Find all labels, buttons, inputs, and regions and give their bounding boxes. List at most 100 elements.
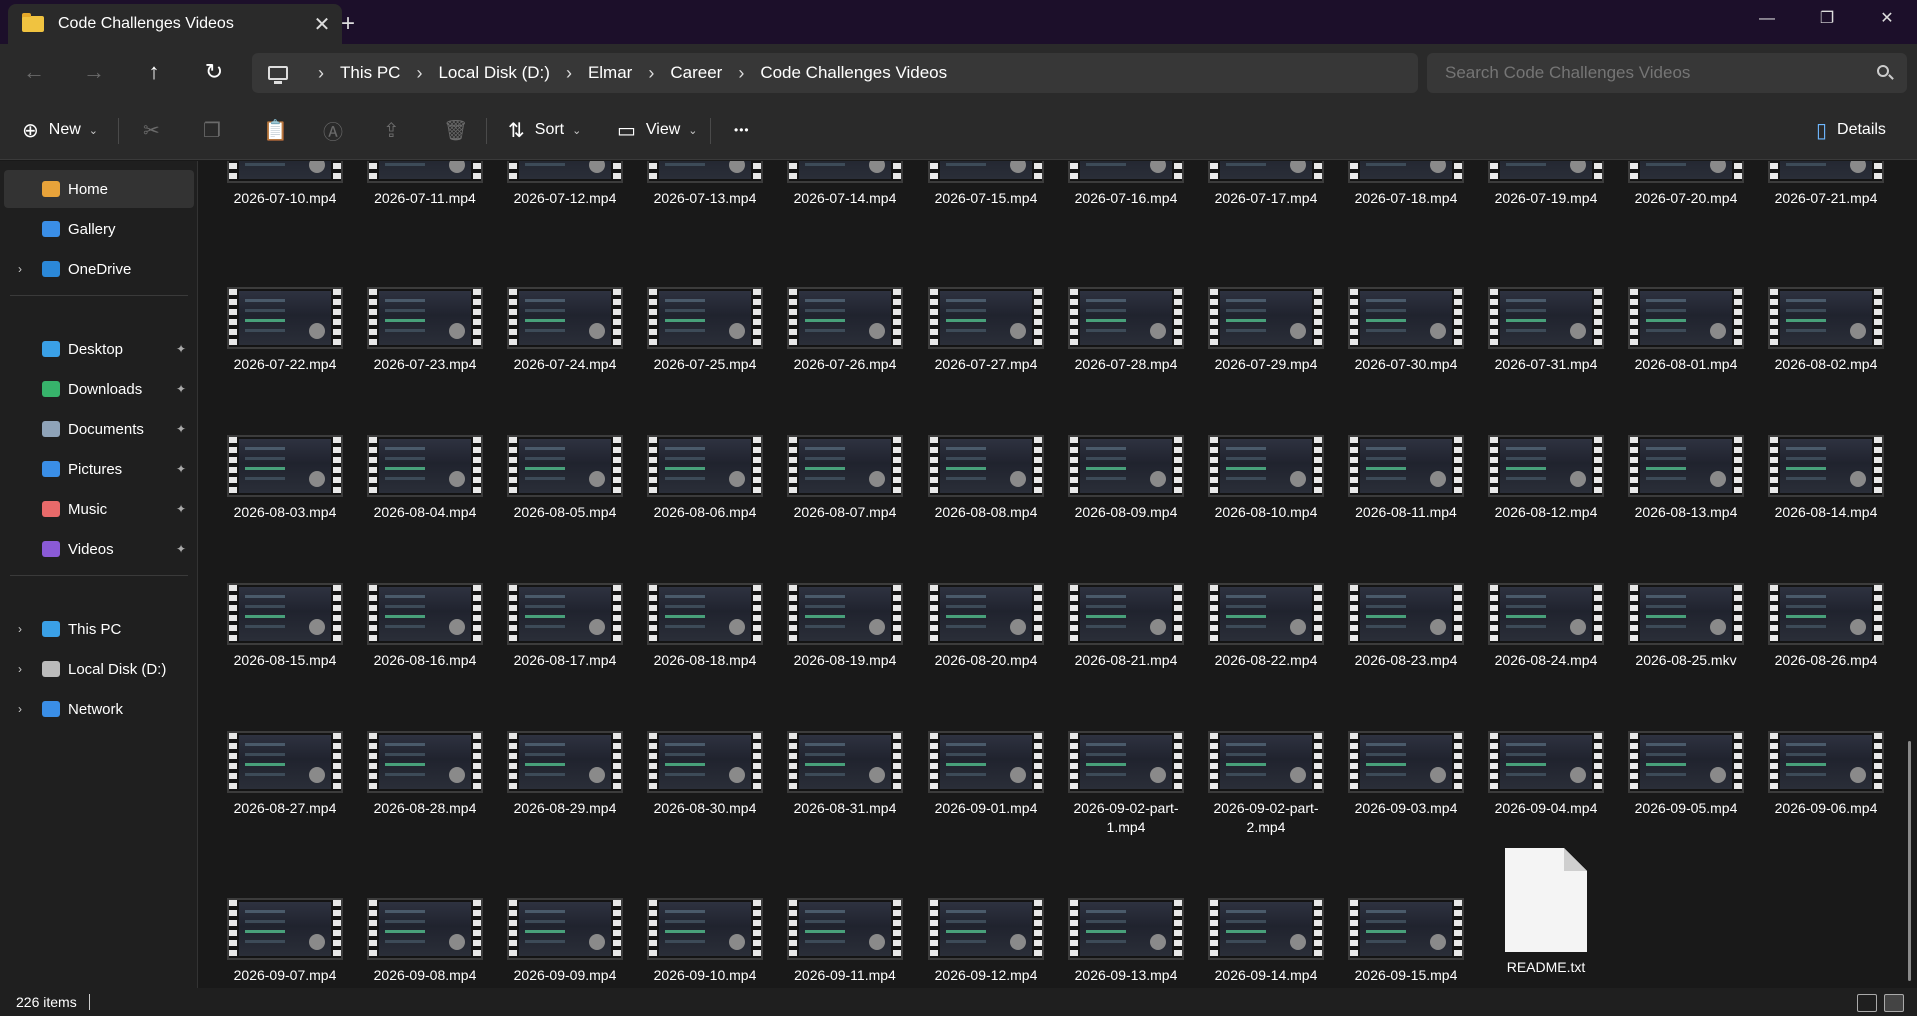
minimize-button[interactable]: — [1737,0,1797,40]
search-icon[interactable] [1877,65,1889,77]
video-file-item[interactable]: 2026-08-21.mp4 [1062,583,1190,670]
pin-icon[interactable]: ✦ [176,422,186,436]
video-file-item[interactable]: 2026-07-17.mp4 [1202,161,1330,208]
close-window-button[interactable]: ✕ [1857,0,1917,40]
video-file-item[interactable]: 2026-08-06.mp4 [641,435,769,522]
chevron-right-icon[interactable]: › [18,702,22,716]
sidebar-item-this-pc[interactable]: › This PC [4,610,194,648]
video-file-item[interactable]: 2026-08-13.mp4 [1622,435,1750,522]
cut-button[interactable]: ✂ [143,112,170,148]
video-file-item[interactable]: 2026-07-14.mp4 [781,161,909,208]
video-file-item[interactable]: 2026-09-03.mp4 [1342,731,1470,818]
video-file-item[interactable]: 2026-07-19.mp4 [1482,161,1610,208]
video-file-item[interactable]: 2026-08-30.mp4 [641,731,769,818]
chevron-right-icon[interactable]: › [318,63,324,84]
video-file-item[interactable]: 2026-08-01.mp4 [1622,287,1750,374]
video-file-item[interactable]: 2026-08-16.mp4 [361,583,489,670]
sidebar-item-pictures[interactable]: Pictures ✦ [4,450,194,488]
sidebar-item-network[interactable]: › Network [4,690,194,728]
view-button[interactable]: ▭ View ⌄ [617,112,698,148]
vertical-scrollbar[interactable] [1905,161,1915,988]
video-file-item[interactable]: 2026-07-24.mp4 [501,287,629,374]
sidebar-item-local-disk-d[interactable]: › Local Disk (D:) [4,650,194,688]
video-file-item[interactable]: 2026-07-20.mp4 [1622,161,1750,208]
video-file-item[interactable]: 2026-07-13.mp4 [641,161,769,208]
video-file-item[interactable]: 2026-09-01.mp4 [922,731,1050,818]
video-file-item[interactable]: 2026-09-02-part-2.mp4 [1202,731,1330,837]
video-file-item[interactable]: 2026-08-25.mkv [1622,583,1750,670]
video-file-item[interactable]: 2026-07-11.mp4 [361,161,489,208]
delete-button[interactable]: 🗑 [443,112,478,148]
video-file-item[interactable]: 2026-08-10.mp4 [1202,435,1330,522]
video-file-item[interactable]: 2026-09-11.mp4 [781,898,909,985]
video-file-item[interactable]: 2026-07-15.mp4 [922,161,1050,208]
maximize-button[interactable]: ❐ [1797,0,1857,40]
chevron-right-icon[interactable]: › [648,63,654,84]
sidebar-item-gallery[interactable]: Gallery [4,210,194,248]
forward-button[interactable]: → [74,54,114,90]
breadcrumb-current-folder[interactable]: Code Challenges Videos [760,63,947,83]
sidebar-item-music[interactable]: Music ✦ [4,490,194,528]
video-file-item[interactable]: 2026-07-30.mp4 [1342,287,1470,374]
breadcrumb-career[interactable]: Career [670,63,722,83]
tab-code-challenges-videos[interactable]: Code Challenges Videos ✕ [8,4,342,44]
video-file-item[interactable]: 2026-07-31.mp4 [1482,287,1610,374]
details-view-icon[interactable] [1857,994,1877,1012]
sidebar-item-downloads[interactable]: Downloads ✦ [4,370,194,408]
video-file-item[interactable]: 2026-08-27.mp4 [221,731,349,818]
sidebar-item-home[interactable]: Home [4,170,194,208]
video-file-item[interactable]: 2026-08-03.mp4 [221,435,349,522]
refresh-button[interactable]: ↻ [194,54,234,90]
pin-icon[interactable]: ✦ [176,542,186,556]
breadcrumb-local-disk[interactable]: Local Disk (D:) [438,63,549,83]
copy-button[interactable]: ❐ [203,112,231,148]
video-file-item[interactable]: 2026-08-07.mp4 [781,435,909,522]
video-file-item[interactable]: 2026-08-29.mp4 [501,731,629,818]
video-file-item[interactable]: 2026-08-18.mp4 [641,583,769,670]
video-file-item[interactable]: 2026-08-28.mp4 [361,731,489,818]
video-file-item[interactable]: 2026-08-24.mp4 [1482,583,1610,670]
paste-button[interactable]: 📋 [263,112,298,148]
chevron-right-icon[interactable]: › [18,262,22,276]
breadcrumb[interactable]: › This PC › Local Disk (D:) › Elmar › Ca… [252,53,1418,93]
video-file-item[interactable]: 2026-08-23.mp4 [1342,583,1470,670]
new-button[interactable]: ⊕ New ⌄ [22,112,98,148]
sidebar-item-documents[interactable]: Documents ✦ [4,410,194,448]
video-file-item[interactable]: 2026-07-23.mp4 [361,287,489,374]
up-button[interactable]: ↑ [134,54,174,90]
video-file-item[interactable]: 2026-09-06.mp4 [1762,731,1890,818]
video-file-item[interactable]: 2026-09-05.mp4 [1622,731,1750,818]
text-file-item[interactable]: README.txt [1482,848,1610,977]
video-file-item[interactable]: 2026-09-14.mp4 [1202,898,1330,985]
sidebar-item-onedrive[interactable]: › OneDrive [4,250,194,288]
video-file-item[interactable]: 2026-09-15.mp4 [1342,898,1470,985]
video-file-item[interactable]: 2026-07-25.mp4 [641,287,769,374]
video-file-item[interactable]: 2026-07-10.mp4 [221,161,349,208]
video-file-item[interactable]: 2026-07-12.mp4 [501,161,629,208]
breadcrumb-elmar[interactable]: Elmar [588,63,632,83]
sort-button[interactable]: ⇅ Sort ⌄ [508,112,581,148]
chevron-right-icon[interactable]: › [738,63,744,84]
video-file-item[interactable]: 2026-07-16.mp4 [1062,161,1190,208]
sidebar-item-videos[interactable]: Videos ✦ [4,530,194,568]
this-pc-icon[interactable] [268,66,288,84]
video-file-item[interactable]: 2026-08-26.mp4 [1762,583,1890,670]
video-file-item[interactable]: 2026-09-13.mp4 [1062,898,1190,985]
video-file-item[interactable]: 2026-08-15.mp4 [221,583,349,670]
large-icons-view-icon[interactable] [1884,994,1904,1012]
new-tab-button[interactable]: + [328,6,368,42]
video-file-item[interactable]: 2026-08-19.mp4 [781,583,909,670]
video-file-item[interactable]: 2026-08-09.mp4 [1062,435,1190,522]
video-file-item[interactable]: 2026-08-14.mp4 [1762,435,1890,522]
video-file-item[interactable]: 2026-09-08.mp4 [361,898,489,985]
chevron-right-icon[interactable]: › [18,622,22,636]
video-file-item[interactable]: 2026-08-11.mp4 [1342,435,1470,522]
video-file-item[interactable]: 2026-07-22.mp4 [221,287,349,374]
search-input[interactable] [1445,63,1865,83]
video-file-item[interactable]: 2026-07-27.mp4 [922,287,1050,374]
back-button[interactable]: ← [14,54,54,90]
video-file-item[interactable]: 2026-07-28.mp4 [1062,287,1190,374]
more-options-button[interactable]: ••• [734,112,750,148]
chevron-right-icon[interactable]: › [18,662,22,676]
scrollbar-thumb[interactable] [1908,741,1911,981]
